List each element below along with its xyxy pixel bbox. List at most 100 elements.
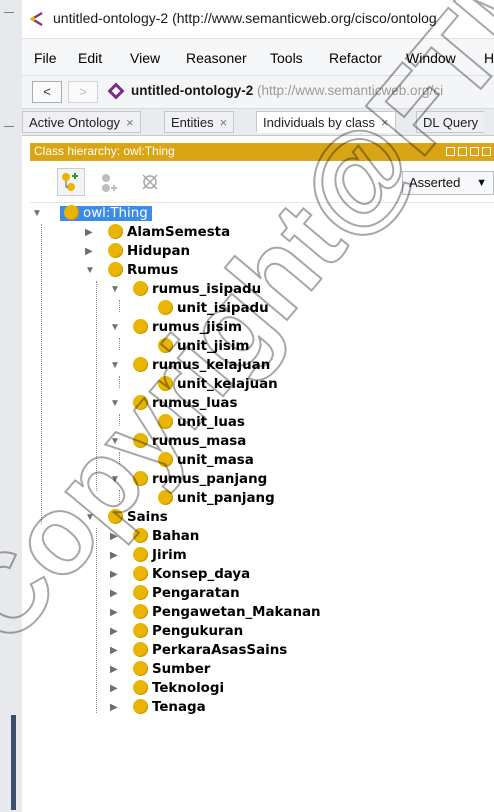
tree-connector [41, 224, 42, 524]
menu-refactor[interactable]: Refactor [329, 50, 382, 66]
tree-node-owl-thing[interactable]: owl:Thing [60, 204, 152, 223]
tree-node-rumus-panjang[interactable]: rumus_panjang [133, 470, 267, 489]
collapse-toggle-icon[interactable]: ▼ [32, 204, 42, 223]
collapse-toggle-icon[interactable]: ▼ [110, 432, 120, 451]
tab-label: Entities [171, 115, 214, 130]
tree-node-unit-kelajuan[interactable]: unit_kelajuan [158, 375, 278, 394]
expand-toggle-icon[interactable]: ▶ [110, 641, 118, 660]
tree-connector [119, 300, 120, 312]
node-label: Sumber [152, 662, 211, 677]
class-icon [133, 623, 148, 638]
collapse-toggle-icon[interactable]: ▼ [110, 470, 120, 489]
node-label: owl:Thing [83, 206, 148, 221]
selected-node: owl:Thing [60, 205, 152, 221]
tree-node-unit-isipadu[interactable]: unit_isipadu [158, 299, 269, 318]
node-label: Konsep_daya [152, 567, 251, 582]
node-label: Pengaratan [152, 586, 240, 601]
expand-toggle-icon[interactable]: ▶ [110, 527, 118, 546]
collapse-toggle-icon[interactable]: ▼ [110, 280, 120, 299]
tab-label: Active Ontology [29, 115, 121, 130]
tree-node-unit-masa[interactable]: unit_masa [158, 451, 254, 470]
add-sibling-button[interactable] [96, 168, 124, 196]
collapse-toggle-icon[interactable]: ▼ [85, 261, 95, 280]
expand-toggle-icon[interactable]: ▶ [85, 242, 93, 261]
node-label: unit_panjang [177, 491, 275, 506]
window-title: untitled-ontology-2 (http://www.semantic… [53, 10, 437, 26]
menu-help[interactable]: H [484, 50, 494, 66]
tree-node-sains[interactable]: Sains [108, 508, 168, 527]
collapse-toggle-icon[interactable]: ▼ [85, 508, 95, 527]
expand-toggle-icon[interactable]: ▶ [110, 546, 118, 565]
collapse-toggle-icon[interactable]: ▼ [110, 318, 120, 337]
tree-node-pengaratan[interactable]: Pengaratan [133, 584, 240, 603]
class-icon [133, 357, 148, 372]
tree-node-unit-luas[interactable]: unit_luas [158, 413, 245, 432]
expand-toggle-icon[interactable]: ▶ [110, 622, 118, 641]
collapse-toggle-icon[interactable]: ▼ [110, 394, 120, 413]
tree-node-rumus-masa[interactable]: rumus_masa [133, 432, 246, 451]
tree-node-pengukuran[interactable]: Pengukuran [133, 622, 243, 641]
tab-close-icon[interactable]: × [126, 115, 134, 130]
tab-dl-query[interactable]: DL Query [416, 111, 485, 133]
forward-button[interactable]: > [68, 81, 98, 103]
tab-active-ontology[interactable]: Active Ontology × [22, 111, 141, 133]
panel-pin-icon[interactable] [446, 147, 455, 156]
tree-node-rumus-kelajuan[interactable]: rumus_kelajuan [133, 356, 270, 375]
tree-node-teknologi[interactable]: Teknologi [133, 679, 224, 698]
node-label: unit_jisim [177, 339, 250, 354]
menu-window[interactable]: Window [406, 50, 456, 66]
node-label: Hidupan [127, 244, 191, 259]
menu-view[interactable]: View [130, 50, 160, 66]
menu-edit[interactable]: Edit [78, 50, 102, 66]
ontology-name: untitled-ontology-2 [131, 83, 254, 98]
expand-toggle-icon[interactable]: ▶ [110, 660, 118, 679]
delete-class-button[interactable] [136, 168, 164, 196]
expand-toggle-icon[interactable]: ▶ [85, 223, 93, 242]
tab-entities[interactable]: Entities × [164, 111, 235, 133]
tree-node-pengawetan-makanan[interactable]: Pengawetan_Makanan [133, 603, 321, 622]
protege-window: untitled-ontology-2 (http://www.semantic… [22, 0, 494, 812]
add-subclass-button[interactable] [57, 168, 85, 196]
tree-node-perkaraasassains[interactable]: PerkaraAsasSains [133, 641, 287, 660]
menu-bar: File Edit View Reasoner Tools Refactor W… [22, 39, 494, 76]
panel-float-icon[interactable] [470, 147, 479, 156]
expand-toggle-icon[interactable]: ▶ [110, 679, 118, 698]
collapse-toggle-icon[interactable]: ▼ [110, 356, 120, 375]
tree-node-tenaga[interactable]: Tenaga [133, 698, 206, 717]
class-icon [158, 452, 173, 467]
menu-file[interactable]: File [34, 50, 57, 66]
tree-node-hidupan[interactable]: Hidupan [108, 242, 190, 261]
tree-node-rumus-luas[interactable]: rumus_luas [133, 394, 237, 413]
class-icon [158, 376, 173, 391]
tree-node-alamsemesta[interactable]: AlamSemesta [108, 223, 230, 242]
expand-toggle-icon[interactable]: ▶ [110, 565, 118, 584]
tree-node-unit-panjang[interactable]: unit_panjang [158, 489, 275, 508]
menu-tools[interactable]: Tools [270, 50, 303, 66]
expand-toggle-icon[interactable]: ▶ [110, 584, 118, 603]
menu-reasoner[interactable]: Reasoner [186, 50, 247, 66]
node-label: unit_isipadu [177, 301, 269, 316]
hierarchy-mode-select[interactable]: Asserted ▼ [402, 171, 494, 195]
tree-node-jirim[interactable]: Jirim [133, 546, 187, 565]
tree-node-unit-jisim[interactable]: unit_jisim [158, 337, 249, 356]
tab-close-icon[interactable]: × [381, 115, 389, 130]
back-button[interactable]: < [32, 81, 62, 103]
node-label: unit_masa [177, 453, 254, 468]
tab-close-icon[interactable]: × [220, 115, 228, 130]
active-ontology-address[interactable]: untitled-ontology-2 (http://www.semantic… [131, 83, 443, 98]
tree-node-rumus-jisim[interactable]: rumus_jisim [133, 318, 242, 337]
class-icon [158, 490, 173, 505]
tree-node-konsep-daya[interactable]: Konsep_daya [133, 565, 250, 584]
tab-individuals-by-class[interactable]: Individuals by class × [256, 111, 396, 133]
tree-node-bahan[interactable]: Bahan [133, 527, 199, 546]
expand-toggle-icon[interactable]: ▶ [110, 603, 118, 622]
tree-node-rumus-isipadu[interactable]: rumus_isipadu [133, 280, 261, 299]
ontology-icon [107, 82, 125, 100]
panel-title: Class hierarchy: owl:Thing [34, 144, 175, 158]
class-icon [133, 319, 148, 334]
expand-toggle-icon[interactable]: ▶ [110, 698, 118, 717]
tree-node-sumber[interactable]: Sumber [133, 660, 210, 679]
panel-split-icon[interactable] [458, 147, 467, 156]
panel-close-icon[interactable] [482, 147, 491, 156]
tree-node-rumus[interactable]: Rumus [108, 261, 178, 280]
